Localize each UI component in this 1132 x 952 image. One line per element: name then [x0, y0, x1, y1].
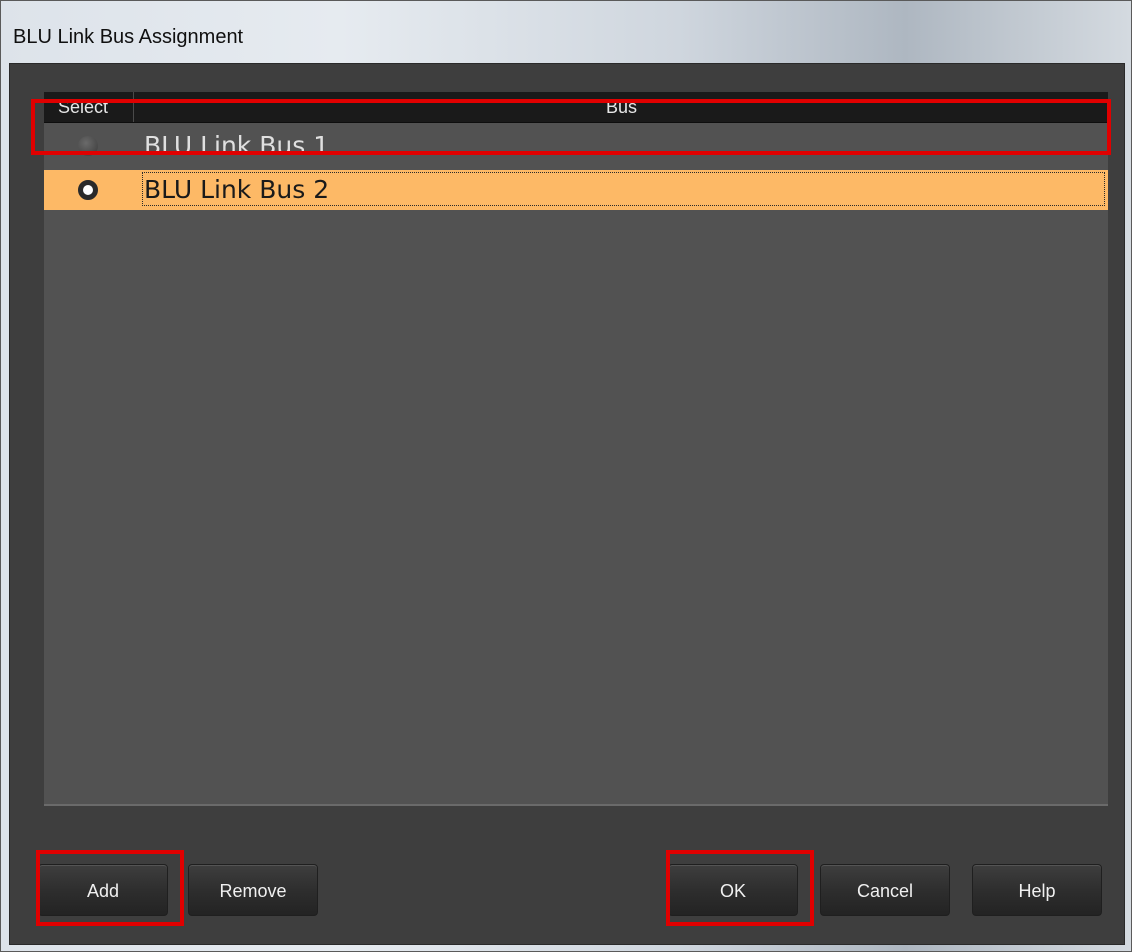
dialog-window: BLU Link Bus Assignment Select Bus BLU L…	[0, 0, 1132, 952]
bus-row-2[interactable]: BLU Link Bus 2	[44, 170, 1108, 210]
column-header-bus[interactable]: Bus	[135, 92, 1108, 122]
add-button[interactable]: Add	[38, 864, 168, 916]
radio-button-bus-1[interactable]	[78, 136, 98, 156]
bus-label-1: BLU Link Bus 1	[144, 131, 330, 160]
ok-button[interactable]: OK	[668, 864, 798, 916]
help-button[interactable]: Help	[972, 864, 1102, 916]
cancel-button[interactable]: Cancel	[820, 864, 950, 916]
remove-button[interactable]: Remove	[188, 864, 318, 916]
bus-row-1[interactable]: BLU Link Bus 1	[44, 126, 1108, 166]
radio-button-bus-2[interactable]	[78, 180, 98, 200]
bus-list: Select Bus BLU Link Bus 1 BLU Link Bus 2	[44, 92, 1108, 806]
list-header: Select Bus	[44, 92, 1108, 123]
bus-label-2: BLU Link Bus 2	[144, 175, 330, 204]
column-header-select[interactable]: Select	[44, 92, 134, 122]
window-title: BLU Link Bus Assignment	[13, 26, 244, 48]
dialog-client-area: Select Bus BLU Link Bus 1 BLU Link Bus 2…	[9, 63, 1125, 945]
title-bar[interactable]: BLU Link Bus Assignment	[1, 1, 1131, 61]
